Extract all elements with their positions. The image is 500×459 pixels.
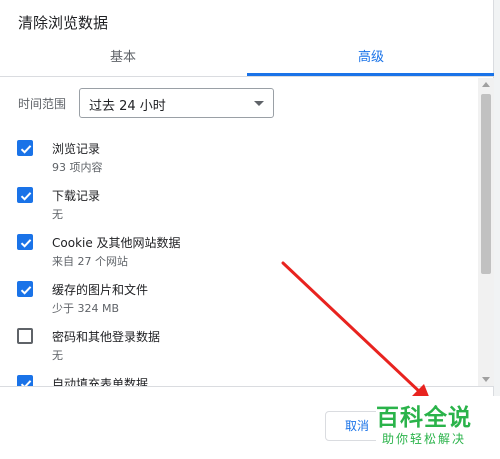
watermark-title: 百科全说 — [376, 405, 472, 431]
watermark-logo: 百科全说 助你轻松解决 — [376, 396, 500, 459]
annotation-arrow-icon — [281, 261, 432, 404]
watermark-subtitle: 助你轻松解决 — [382, 432, 467, 446]
